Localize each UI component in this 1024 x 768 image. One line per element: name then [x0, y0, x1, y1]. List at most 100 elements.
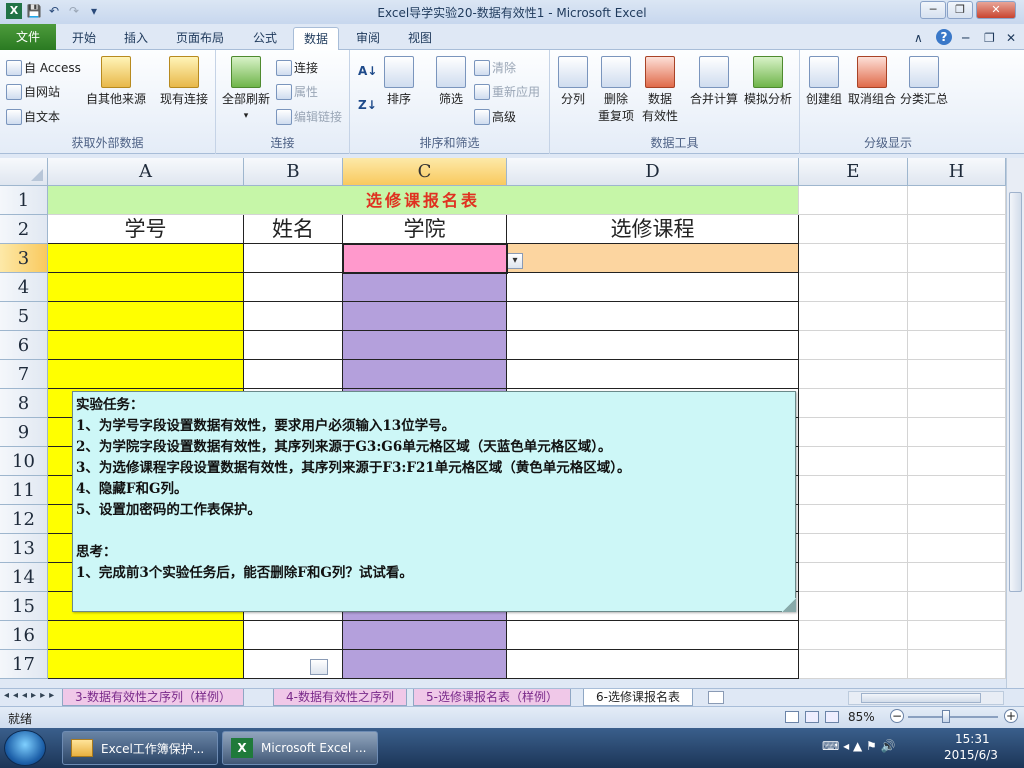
row-header-13[interactable]: 13 — [0, 534, 48, 563]
college-cell[interactable] — [343, 302, 507, 331]
cell[interactable] — [799, 331, 908, 360]
row-header-16[interactable]: 16 — [0, 621, 48, 650]
validation-dropdown-button[interactable]: ▾ — [507, 253, 523, 269]
cell[interactable] — [908, 302, 1006, 331]
cell[interactable] — [908, 389, 1006, 418]
cell[interactable] — [799, 215, 908, 244]
workbook-close-button[interactable]: ✕ — [1006, 27, 1016, 50]
text-to-columns-button[interactable]: 分列 — [558, 56, 588, 108]
college-cell[interactable] — [343, 273, 507, 302]
course-cell[interactable] — [507, 302, 799, 331]
row-header-2[interactable]: 2 — [0, 215, 48, 244]
row-header-11[interactable]: 11 — [0, 476, 48, 505]
row-header-8[interactable]: 8 — [0, 389, 48, 418]
student-id-cell[interactable] — [48, 331, 244, 360]
tab-page-layout[interactable]: 页面布局 — [166, 27, 234, 50]
properties-button[interactable]: 属性 — [276, 83, 318, 100]
course-cell[interactable] — [507, 331, 799, 360]
taskbar-excel-button[interactable]: X Microsoft Excel ... — [222, 731, 378, 765]
cell[interactable] — [908, 331, 1006, 360]
college-cell[interactable] — [343, 360, 507, 389]
help-icon[interactable]: ? — [936, 29, 952, 45]
cell[interactable] — [799, 186, 908, 215]
ribbon-minimize-icon[interactable]: ∧ — [914, 27, 923, 50]
college-cell-selected[interactable] — [343, 244, 507, 273]
sheet-tab-5[interactable]: 5-选修课报名表（样例） — [413, 689, 571, 706]
sheet-tab-3[interactable]: 3-数据有效性之序列（样例） — [62, 689, 244, 706]
ungroup-button[interactable]: 取消组合 — [848, 56, 896, 108]
from-text-button[interactable]: 自文本 — [6, 108, 60, 125]
from-web-button[interactable]: 自网站 — [6, 83, 60, 100]
title-cell[interactable]: 选修课报名表 — [48, 186, 799, 215]
insert-sheet-icon[interactable] — [708, 691, 724, 704]
cell[interactable] — [799, 505, 908, 534]
tab-file[interactable]: 文件 — [0, 24, 56, 50]
scroll-thumb[interactable] — [1009, 192, 1022, 592]
cell[interactable] — [908, 418, 1006, 447]
filter-button[interactable]: 筛选 — [436, 56, 466, 108]
cell[interactable] — [908, 215, 1006, 244]
sheet-tab-6[interactable]: 6-选修课报名表 — [583, 689, 693, 706]
taskbar-explorer-button[interactable]: Excel工作簿保护... — [62, 731, 218, 765]
refresh-all-button[interactable]: 全部刷新 ▾ — [222, 56, 270, 125]
cell[interactable] — [908, 534, 1006, 563]
remove-duplicates-button[interactable]: 删除 重复项 — [598, 56, 634, 125]
column-header-d[interactable]: D — [507, 158, 799, 186]
cell[interactable] — [908, 244, 1006, 273]
column-header-a[interactable]: A — [48, 158, 244, 186]
student-id-cell[interactable] — [48, 650, 244, 679]
cell[interactable] — [908, 650, 1006, 679]
row-header-6[interactable]: 6 — [0, 331, 48, 360]
course-cell[interactable] — [507, 273, 799, 302]
college-cell[interactable] — [343, 650, 507, 679]
page-layout-view-icon[interactable] — [805, 711, 819, 723]
cell[interactable] — [908, 621, 1006, 650]
connections-button[interactable]: 连接 — [276, 59, 318, 76]
cell[interactable] — [799, 418, 908, 447]
paste-options-icon[interactable] — [310, 659, 328, 675]
cell[interactable] — [799, 244, 908, 273]
zoom-out-button[interactable]: − — [890, 709, 904, 723]
instructions-comment-box[interactable]: 实验任务： 1、为学号字段设置数据有效性，要求用户必须输入13位学号。 2、为学院字… — [72, 391, 796, 612]
cell[interactable] — [799, 273, 908, 302]
row-header-17[interactable]: 17 — [0, 650, 48, 679]
minimize-button[interactable]: ─ — [920, 1, 946, 19]
from-access-button[interactable]: 自 Access — [6, 59, 81, 76]
row-header-7[interactable]: 7 — [0, 360, 48, 389]
tab-data[interactable]: 数据 — [293, 27, 340, 50]
cell[interactable] — [799, 447, 908, 476]
row-header-3[interactable]: 3 — [0, 244, 48, 273]
college-cell[interactable] — [343, 331, 507, 360]
sort-ascending-button[interactable]: A↓ — [358, 64, 377, 78]
system-tray-icons[interactable]: ⌨ ◂ ▲ ⚑ 🔊 — [822, 739, 896, 753]
start-button[interactable] — [4, 730, 46, 766]
row-header-4[interactable]: 4 — [0, 273, 48, 302]
zoom-level[interactable]: 85% — [848, 710, 875, 724]
data-validation-button[interactable]: 数据 有效性 — [642, 56, 678, 125]
page-break-view-icon[interactable] — [825, 711, 839, 723]
group-button[interactable]: 创建组 — [806, 56, 842, 108]
subtotal-button[interactable]: 分类汇总 — [900, 56, 948, 108]
header-cell-college[interactable]: 学院 — [343, 215, 507, 244]
sort-descending-button[interactable]: Z↓ — [358, 98, 377, 112]
cell[interactable] — [799, 389, 908, 418]
edit-links-button[interactable]: 编辑链接 — [276, 108, 342, 125]
name-cell[interactable] — [244, 650, 343, 679]
cell[interactable] — [908, 563, 1006, 592]
row-header-1[interactable]: 1 — [0, 186, 48, 215]
tab-review[interactable]: 审阅 — [346, 27, 390, 50]
cell[interactable] — [799, 650, 908, 679]
row-header-12[interactable]: 12 — [0, 505, 48, 534]
close-button[interactable]: ✕ — [976, 1, 1016, 19]
comment-resize-handle[interactable] — [782, 598, 796, 612]
column-header-b[interactable]: B — [244, 158, 343, 186]
cell[interactable] — [799, 592, 908, 621]
workbook-restore-button[interactable]: ❐ — [984, 27, 995, 50]
name-cell[interactable] — [244, 331, 343, 360]
name-cell[interactable] — [244, 244, 343, 273]
what-if-analysis-button[interactable]: 模拟分析 — [744, 56, 792, 108]
row-header-5[interactable]: 5 — [0, 302, 48, 331]
horizontal-scroll-thumb[interactable] — [861, 693, 981, 703]
row-header-14[interactable]: 14 — [0, 563, 48, 592]
header-cell-course[interactable]: 选修课程 — [507, 215, 799, 244]
